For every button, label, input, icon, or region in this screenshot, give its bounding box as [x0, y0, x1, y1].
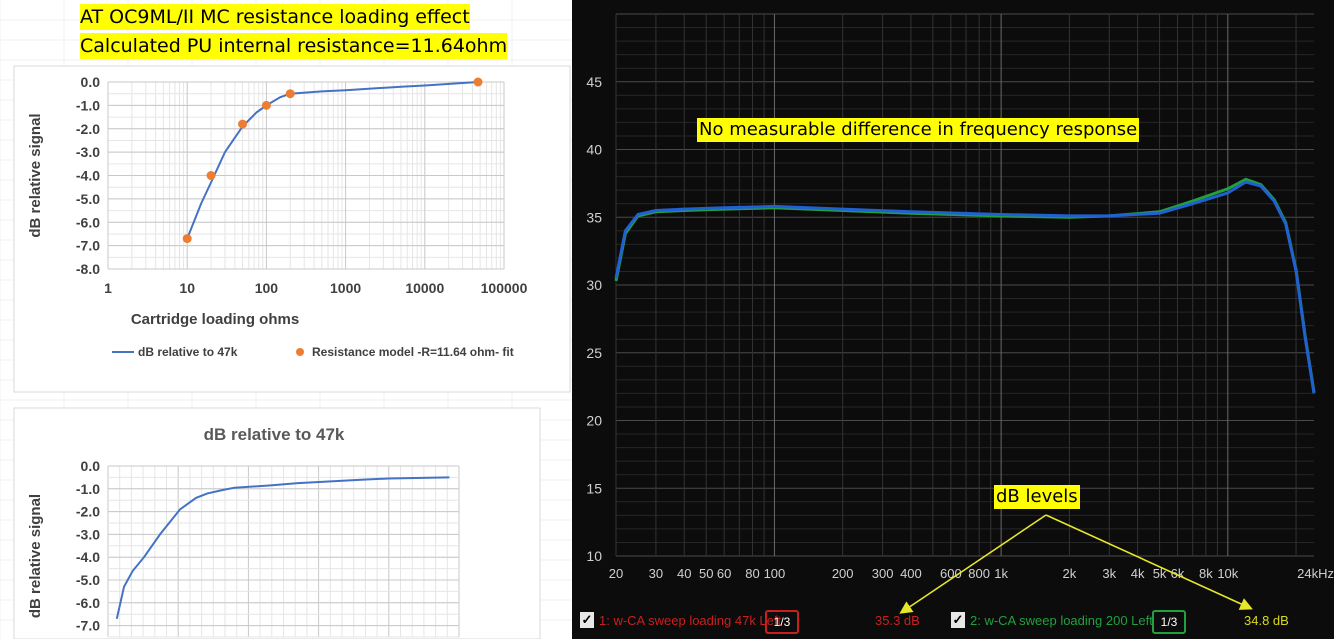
arrow-to-level-1 — [899, 514, 1047, 614]
arrow-overlay — [899, 514, 1253, 614]
arrow-to-level-2 — [1045, 514, 1253, 610]
